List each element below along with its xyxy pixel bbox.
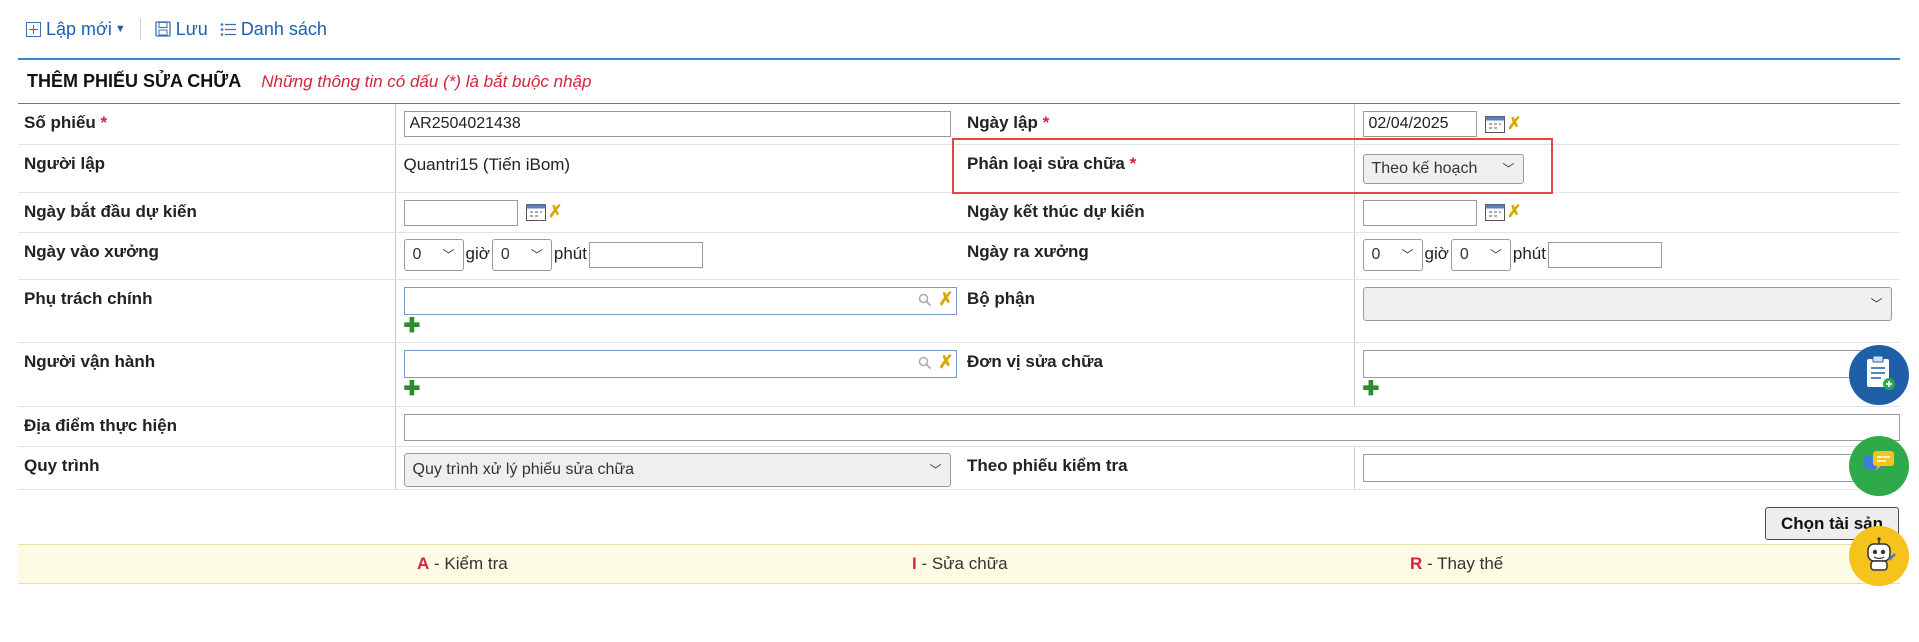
add-square-icon bbox=[26, 21, 41, 37]
minute-unit: phút bbox=[553, 243, 587, 263]
dia-diem-label: Địa điểm thực hiện bbox=[18, 406, 395, 447]
chat-fab[interactable] bbox=[1849, 436, 1909, 496]
chevron-down-icon: ﹀ bbox=[1870, 297, 1883, 311]
form-row: Người lập Quantri15 (Tiến iBom) Phân loạ… bbox=[18, 144, 1900, 193]
toolbar: Lập mới ▼ Lưu Danh sách bbox=[26, 14, 327, 44]
repair-form-table: Số phiếu * Ngày lập * ✗ Người lập Quantr… bbox=[18, 104, 1900, 490]
caret-down-icon: ▼ bbox=[114, 23, 126, 35]
so-phieu-input[interactable] bbox=[403, 111, 951, 137]
save-icon bbox=[155, 21, 171, 37]
form-row: Ngày vào xưởng 0 ﹀ giờ 0 ﹀ phút Ngày ra xưởng… bbox=[18, 232, 1900, 280]
robot-icon bbox=[1859, 534, 1899, 579]
chevron-down-icon: ﹀ bbox=[929, 463, 942, 477]
assistant-fab[interactable] bbox=[1849, 526, 1909, 586]
minute-unit: phút bbox=[1512, 243, 1546, 263]
ra-minute-select[interactable]: 0 ﹀ bbox=[1450, 238, 1511, 271]
quy-trinh-label: Quy trình bbox=[18, 446, 395, 490]
nguoi-lap-label: Người lập bbox=[18, 144, 395, 193]
calendar-icon[interactable] bbox=[1485, 203, 1506, 222]
new-button-label: Lập mới bbox=[46, 18, 112, 39]
nguoi-van-hanh-label: Người vận hành bbox=[18, 342, 395, 407]
add-icon[interactable]: ✚ bbox=[404, 379, 962, 399]
form-row: Địa điểm thực hiện bbox=[18, 406, 1900, 447]
clipboard-add-icon bbox=[1861, 354, 1897, 397]
chat-icon bbox=[1861, 448, 1897, 485]
ngay-bat-dau-label: Ngày bắt đầu dự kiến bbox=[18, 192, 395, 233]
save-button-label: Lưu bbox=[175, 18, 208, 39]
nguoi-lap-value: Quantri15 (Tiến iBom) bbox=[403, 154, 571, 174]
so-phieu-label: Số phiếu * bbox=[18, 104, 395, 145]
toolbar-separator bbox=[139, 18, 141, 40]
ngay-ket-thuc-input[interactable] bbox=[1362, 199, 1477, 226]
form-row: Quy trình Quy trình xử lý phiếu sửa chữa… bbox=[18, 446, 1900, 490]
clear-icon[interactable]: ✗ bbox=[1507, 202, 1521, 222]
chevron-down-icon: ﹀ bbox=[1489, 248, 1502, 262]
phu-trach-lookup[interactable]: ✗ bbox=[403, 286, 957, 315]
quy-trinh-select[interactable]: Quy trình xử lý phiếu sửa chữa ﹀ bbox=[403, 452, 951, 487]
clipboard-fab[interactable] bbox=[1849, 345, 1909, 405]
form-row: Số phiếu * Ngày lập * ✗ bbox=[18, 104, 1900, 145]
list-icon bbox=[220, 22, 236, 37]
list-button-label: Danh sách bbox=[240, 18, 327, 39]
new-button[interactable]: Lập mới ▼ bbox=[26, 19, 126, 40]
phan-loai-select[interactable]: Theo kế hoạch ﹀ bbox=[1362, 153, 1524, 184]
bo-phan-select[interactable]: ﹀ bbox=[1362, 286, 1892, 321]
clear-icon[interactable]: ✗ bbox=[1507, 114, 1521, 134]
add-icon[interactable]: ✚ bbox=[1363, 379, 1901, 399]
legend-item-i: I - Sửa chữa bbox=[912, 554, 1008, 573]
panel-header: THÊM PHIẾU SỬA CHỮA Những thông tin có d… bbox=[18, 60, 1900, 104]
legend-item-r: R - Thay thế bbox=[1410, 554, 1504, 573]
theo-phieu-input[interactable] bbox=[1362, 453, 1894, 482]
chevron-down-icon: ﹀ bbox=[1502, 162, 1515, 176]
hour-unit: giờ bbox=[1424, 243, 1449, 263]
save-button[interactable]: Lưu bbox=[155, 19, 208, 40]
phu-trach-label: Phụ trách chính bbox=[18, 279, 395, 343]
ngay-bat-dau-input[interactable] bbox=[403, 199, 518, 226]
ngay-lap-label: Ngày lập * bbox=[961, 104, 1354, 145]
ngay-ra-xuong-label: Ngày ra xưởng bbox=[961, 232, 1354, 280]
hour-unit: giờ bbox=[465, 243, 490, 263]
required-note: Những thông tin có dấu (*) là bắt buộc n… bbox=[261, 71, 592, 91]
repair-form-panel: THÊM PHIẾU SỬA CHỮA Những thông tin có d… bbox=[18, 58, 1900, 490]
ra-hour-select[interactable]: 0 ﹀ bbox=[1362, 238, 1423, 271]
ngay-ket-thuc-label: Ngày kết thúc dự kiến bbox=[961, 192, 1354, 233]
chevron-down-icon: ﹀ bbox=[442, 248, 455, 262]
legend-item-a: A - Kiểm tra bbox=[417, 554, 508, 573]
ngay-lap-input[interactable] bbox=[1362, 111, 1477, 137]
list-button[interactable]: Danh sách bbox=[220, 19, 327, 40]
form-row: Người vận hành ✗ ✚ Đơn vị sửa chữa ✚ bbox=[18, 342, 1901, 407]
calendar-icon[interactable] bbox=[526, 203, 547, 222]
form-row: Phụ trách chính ✗ ✚ Bộ phận ﹀ bbox=[18, 279, 1900, 343]
search-icon[interactable] bbox=[918, 292, 932, 312]
theo-phieu-label: Theo phiếu kiểm tra bbox=[961, 446, 1354, 490]
clear-icon[interactable]: ✗ bbox=[938, 289, 953, 310]
vao-date-input[interactable] bbox=[588, 241, 703, 268]
chevron-down-icon: ﹀ bbox=[530, 248, 543, 262]
chevron-down-icon: ﹀ bbox=[1401, 248, 1414, 262]
clear-icon[interactable]: ✗ bbox=[938, 352, 953, 373]
add-icon[interactable]: ✚ bbox=[404, 316, 962, 336]
search-icon[interactable] bbox=[918, 355, 932, 375]
page-title: THÊM PHIẾU SỬA CHỮA bbox=[27, 71, 242, 91]
phan-loai-label: Phân loại sửa chữa * bbox=[961, 144, 1354, 193]
bo-phan-label: Bộ phận bbox=[961, 279, 1354, 343]
form-row: Ngày bắt đầu dự kiến ✗ Ngày kết thúc dự … bbox=[18, 192, 1900, 233]
clear-icon[interactable]: ✗ bbox=[548, 202, 562, 222]
vao-hour-select[interactable]: 0 ﹀ bbox=[403, 238, 464, 271]
don-vi-label: Đơn vị sửa chữa bbox=[961, 342, 1354, 407]
dia-diem-input[interactable] bbox=[403, 413, 1900, 441]
ra-date-input[interactable] bbox=[1547, 241, 1662, 268]
legend-bar: A - Kiểm tra I - Sửa chữa R - Thay thế bbox=[18, 544, 1900, 584]
ngay-vao-xuong-label: Ngày vào xưởng bbox=[18, 232, 395, 280]
nguoi-van-hanh-lookup[interactable]: ✗ bbox=[403, 349, 957, 378]
vao-minute-select[interactable]: 0 ﹀ bbox=[491, 238, 552, 271]
calendar-icon[interactable] bbox=[1485, 115, 1506, 133]
don-vi-input[interactable] bbox=[1362, 349, 1894, 378]
